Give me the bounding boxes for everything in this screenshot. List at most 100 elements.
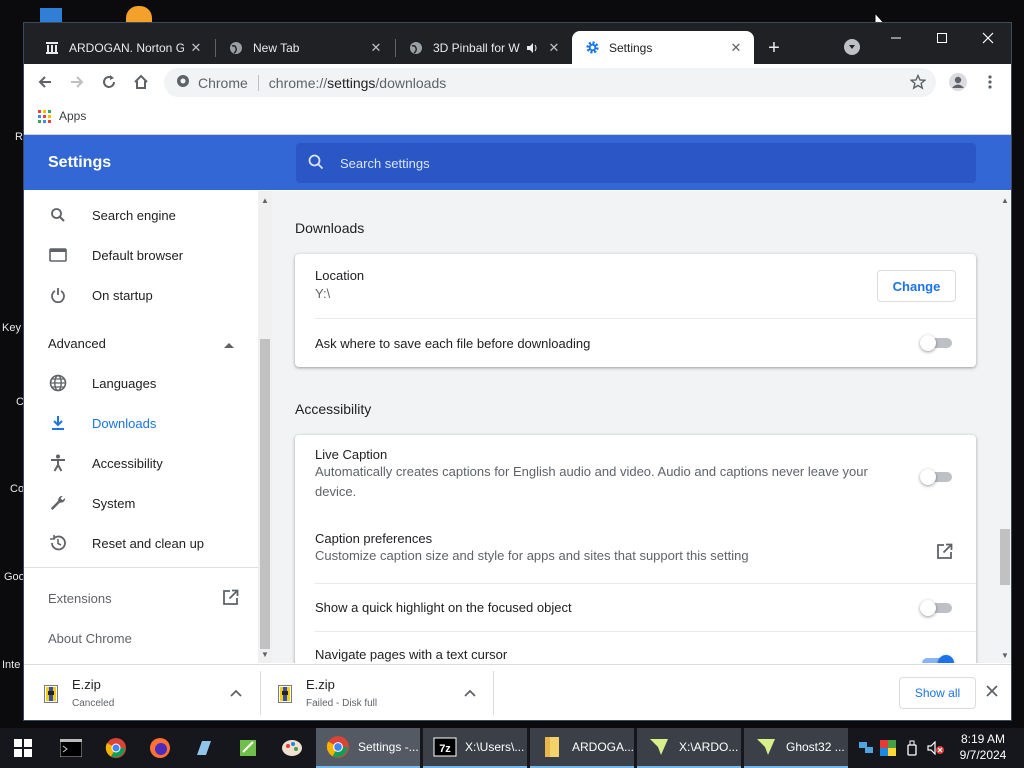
- taskbar-firefox[interactable]: [139, 728, 181, 768]
- sidebar-advanced-toggle[interactable]: Advanced: [24, 323, 258, 363]
- sidebar-item-default-browser[interactable]: Default browser: [24, 235, 258, 275]
- search-input[interactable]: [340, 155, 900, 171]
- tab-pinball[interactable]: 3D Pinball for Win ✕: [396, 31, 572, 64]
- reload-button[interactable]: [97, 70, 121, 94]
- menu-kebab-icon[interactable]: [978, 70, 1002, 94]
- taskbar-window-ghost[interactable]: X:\ARDO...: [637, 728, 741, 768]
- close-icon[interactable]: ✕: [368, 40, 384, 56]
- usb-icon[interactable]: [902, 728, 922, 768]
- speaker-icon[interactable]: [524, 40, 540, 56]
- sidebar-item-reset[interactable]: Reset and clean up: [24, 523, 258, 563]
- chevron-up-icon[interactable]: [464, 685, 480, 701]
- focus-highlight-row[interactable]: Show a quick highlight on the focused ob…: [295, 600, 976, 615]
- sidebar-item-search-engine[interactable]: Search engine: [24, 195, 258, 235]
- sidebar-item-label: Downloads: [92, 415, 157, 431]
- page-title: Settings: [48, 154, 112, 171]
- chevron-up-icon[interactable]: [230, 685, 246, 701]
- omnibox-divider: [257, 74, 259, 91]
- sidebar-item-downloads[interactable]: Downloads: [24, 403, 258, 443]
- start-button[interactable]: [0, 728, 46, 768]
- site-label: Chrome: [198, 74, 248, 91]
- location-row: Location Y:\: [295, 268, 976, 304]
- sidebar-item-accessibility[interactable]: Accessibility: [24, 443, 258, 483]
- text-cursor-row[interactable]: Navigate pages with a text cursor: [295, 647, 976, 662]
- folder-icon: [545, 737, 559, 757]
- settings-search[interactable]: [296, 143, 976, 183]
- change-location-button[interactable]: Change: [877, 270, 956, 302]
- focus-highlight-toggle[interactable]: [920, 600, 954, 616]
- taskbar-window-settings[interactable]: Settings -...: [316, 728, 420, 768]
- forward-button[interactable]: [65, 70, 89, 94]
- taskbar-terminal[interactable]: [50, 728, 92, 768]
- scroll-down-arrow-icon[interactable]: ▼: [260, 649, 270, 659]
- download-shelf: E.zip Canceled E.zip Failed - Disk full …: [24, 664, 1011, 720]
- taskbar-window-label: Settings -...: [358, 740, 419, 754]
- scroll-down-arrow-icon[interactable]: ▼: [1000, 650, 1010, 660]
- taskbar-chrome[interactable]: [95, 728, 137, 768]
- volume-muted-icon[interactable]: [924, 728, 948, 768]
- bookmarks-bar: Apps: [24, 100, 1011, 132]
- zip-file-icon: [278, 685, 292, 703]
- download-item[interactable]: E.zip Canceled: [24, 665, 258, 720]
- settings-main: Downloads Location Y:\ Change Ask where …: [272, 191, 997, 663]
- new-tab-button[interactable]: +: [762, 36, 786, 60]
- download-item[interactable]: E.zip Failed - Disk full: [258, 665, 492, 720]
- main-scrollbar[interactable]: ▲ ▼: [997, 191, 1011, 663]
- sidebar-scrollbar[interactable]: ▲ ▼: [258, 191, 272, 663]
- tab-new-tab[interactable]: New Tab ✕: [216, 31, 394, 64]
- ask-where-label: Ask where to save each file before downl…: [315, 336, 591, 351]
- live-caption-toggle[interactable]: [920, 469, 954, 485]
- minimize-button[interactable]: [873, 23, 919, 53]
- collapse-arrow-icon: [224, 336, 234, 351]
- bookmark-star-icon[interactable]: [906, 70, 930, 94]
- apps-grid-icon[interactable]: [38, 109, 51, 123]
- close-icon[interactable]: ✕: [546, 40, 562, 56]
- ask-where-toggle[interactable]: [920, 335, 954, 351]
- home-button[interactable]: [129, 70, 153, 94]
- taskbar-window-7zip[interactable]: 7z X:\Users\...: [423, 728, 527, 768]
- close-icon[interactable]: ✕: [188, 40, 204, 56]
- taskbar-paint[interactable]: [271, 728, 313, 768]
- address-bar[interactable]: Chrome chrome://settings/downloads: [164, 68, 936, 97]
- system-clock[interactable]: 8:19 AM 9/7/2024: [952, 731, 1014, 763]
- scrollbar-thumb[interactable]: [260, 339, 270, 649]
- taskbar-notepad[interactable]: [227, 728, 269, 768]
- ask-where-row[interactable]: Ask where to save each file before downl…: [295, 336, 976, 351]
- desktop-icon-folder[interactable]: [40, 8, 62, 22]
- sidebar-item-on-startup[interactable]: On startup: [24, 275, 258, 315]
- close-window-button[interactable]: [965, 23, 1011, 53]
- back-button[interactable]: [33, 70, 57, 94]
- desktop-icon-firefox[interactable]: [126, 6, 152, 22]
- external-link-icon[interactable]: [222, 589, 239, 609]
- sidebar-item-languages[interactable]: Languages: [24, 363, 258, 403]
- taskbar-window-label: X:\ARDO...: [679, 740, 739, 754]
- taskbar-window-ghost32[interactable]: Ghost32 ...: [744, 728, 848, 768]
- tab-settings[interactable]: Settings ✕: [572, 31, 754, 64]
- taskbar-app-blue[interactable]: [183, 728, 225, 768]
- focus-highlight-label: Show a quick highlight on the focused ob…: [315, 600, 572, 615]
- scrollbar-thumb[interactable]: [1000, 529, 1010, 585]
- sidebar-item-system[interactable]: System: [24, 483, 258, 523]
- close-icon[interactable]: [986, 685, 1002, 701]
- taskbar-window-explorer[interactable]: ARDOGA...: [530, 728, 634, 768]
- caption-preferences-row[interactable]: Caption preferences Customize caption si…: [295, 531, 976, 566]
- close-icon[interactable]: ✕: [728, 40, 744, 56]
- maximize-button[interactable]: [919, 23, 965, 53]
- live-caption-row[interactable]: Live Caption Automatically creates capti…: [295, 447, 976, 502]
- show-all-button[interactable]: Show all: [899, 677, 976, 709]
- color-tray-icon[interactable]: [878, 728, 898, 768]
- sidebar-item-label: System: [92, 495, 136, 511]
- scroll-up-arrow-icon[interactable]: ▲: [260, 195, 270, 205]
- scroll-up-arrow-icon[interactable]: ▲: [1000, 195, 1010, 205]
- tab-title: Settings: [609, 40, 653, 55]
- external-link-icon[interactable]: [936, 543, 956, 563]
- sidebar-item-extensions[interactable]: Extensions: [48, 591, 112, 606]
- tab-norton[interactable]: ARDOGAN. Norton Gho ✕: [32, 31, 214, 64]
- text-cursor-toggle[interactable]: [922, 655, 954, 663]
- sidebar-item-about[interactable]: About Chrome: [48, 631, 132, 646]
- network-icon[interactable]: [856, 728, 876, 768]
- profile-avatar[interactable]: [946, 70, 970, 94]
- desktop-label: Goo: [4, 571, 25, 583]
- tab-search-icon[interactable]: [844, 39, 860, 55]
- apps-link[interactable]: Apps: [59, 109, 86, 123]
